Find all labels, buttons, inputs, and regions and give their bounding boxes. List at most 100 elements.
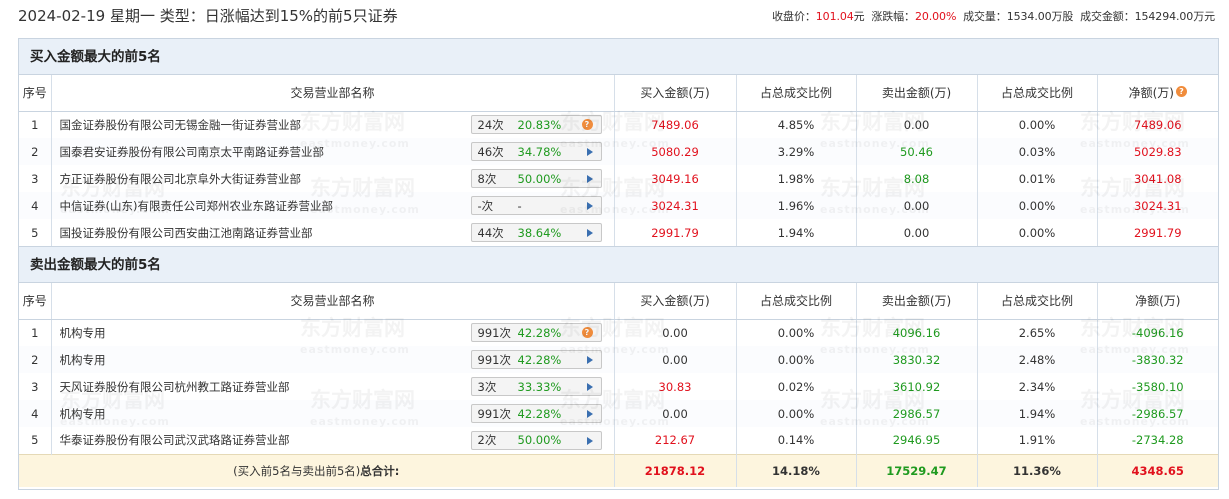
row-broker: 国泰君安证券股份有限公司南京太平南路证券营业部 46次 34.78% [50,138,614,165]
broker-stats-tag[interactable]: 3次 33.33% [470,377,602,396]
turnover-value: 154294.00万元 [1134,10,1215,23]
col-sell-amount: 卖出金额(万) [855,75,977,112]
broker-cell: 机构专用 991次 42.28% [60,404,614,423]
broker-win-rate: 34.78% [517,144,562,159]
broker-name-link[interactable]: 华泰证券股份有限公司武汉武珞路证券营业部 [60,432,290,448]
broker-name-link[interactable]: 国泰君安证券股份有限公司南京太平南路证券营业部 [60,144,325,160]
arrow-right-icon[interactable] [586,436,593,445]
arrow-right-icon[interactable] [586,148,593,156]
broker-name-link[interactable]: 方正证券股份有限公司北京阜外大街证券营业部 [60,171,302,187]
broker-cell: 国泰君安证券股份有限公司南京太平南路证券营业部 46次 34.78% [60,142,614,161]
broker-times: 8次 [477,171,497,186]
question-icon[interactable]: ? [581,327,593,339]
table-row: 2 国泰君安证券股份有限公司南京太平南路证券营业部 46次 34.78% 5080.29… [19,138,1218,165]
broker-cell: 国投证券股份有限公司西安曲江池南路证券营业部 44次 38.64% [60,223,614,242]
row-buy-amount: 3049.16 [613,165,736,192]
table-row: 5 华泰证券股份有限公司武汉武珞路证券营业部 2次 50.00% 212.67 0.14%… [19,427,1218,454]
total-sell-amount: 17529.47 [855,453,977,487]
broker-win-rate: 42.28% [517,406,562,421]
row-sell-amount: 2946.95 [855,427,977,454]
row-seq: 1 [31,325,39,340]
table-row: 3 方正证券股份有限公司北京阜外大街证券营业部 8次 50.00% 3049.16 1.9… [19,165,1218,192]
broker-times: 3次 [477,379,497,394]
row-buy-ratio: 3.29% [735,138,856,165]
row-broker: 天风证券股份有限公司杭州教工路证券营业部 3次 33.33% [50,373,614,400]
broker-stats-tag[interactable]: 46次 34.78% [470,142,602,161]
col-broker-name: 交易营业部名称 [50,283,614,320]
broker-stats-tag[interactable]: 2次 50.00% [470,430,602,450]
broker-times: 44次 [477,225,504,240]
broker-name-link[interactable]: 机构专用 [60,352,106,368]
row-net-amount: -4096.16 [1096,319,1218,346]
question-icon[interactable]: ? [581,119,593,131]
broker-cell: 华泰证券股份有限公司武汉武珞路证券营业部 2次 50.00% [60,430,614,450]
arrow-right-icon[interactable] [586,229,593,237]
broker-name-link[interactable]: 机构专用 [60,406,106,422]
broker-name-link[interactable]: 国金证券股份有限公司无锡金融一街证券营业部 [60,117,302,133]
broker-stats-tag[interactable]: 991次 42.28% [470,404,602,423]
row-broker: 国金证券股份有限公司无锡金融一街证券营业部 24次 20.83%? [50,111,614,138]
arrow-right-icon[interactable] [586,356,593,364]
broker-stats-tag[interactable]: 24次 20.83%? [470,115,602,135]
arrow-right-icon[interactable] [586,383,593,391]
row-buy-ratio: 1.94% [735,219,856,246]
row-sell-amount: 0.00 [855,111,977,138]
total-label-bold: 总合计: [360,463,400,478]
col-sell-ratio: 占总成交比例 [976,75,1097,112]
row-net-amount: -3580.10 [1096,373,1218,400]
broker-stats-tag[interactable]: 991次 42.28% [470,350,602,369]
broker-cell: 天风证券股份有限公司杭州教工路证券营业部 3次 33.33% [60,377,614,396]
row-seq: 1 [31,117,39,132]
broker-cell: 中信证券(山东)有限责任公司郑州农业东路证券营业部 -次 - [60,196,614,215]
row-net-amount: 3041.08 [1096,165,1218,192]
broker-times: -次 [477,198,494,213]
broker-times: 991次 [477,325,511,340]
arrow-right-icon[interactable] [586,175,593,183]
row-buy-amount: 2991.79 [613,219,736,246]
col-net-amount: 净额(万)? [1096,75,1218,112]
broker-stats-tag[interactable]: 8次 50.00% [470,169,602,188]
buy-top5-panel: 买入金额最大的前5名 序号 交易营业部名称 买入金额(万) 占总成交比例 卖出金… [18,38,1219,246]
arrow-right-icon[interactable] [586,202,593,210]
row-broker: 国投证券股份有限公司西安曲江池南路证券营业部 44次 38.64% [50,219,614,246]
net-help-icon[interactable]: ? [1175,86,1187,98]
broker-stats-tag[interactable]: 991次 42.28%? [470,323,602,343]
col-buy-ratio: 占总成交比例 [735,75,856,112]
broker-name-link[interactable]: 天风证券股份有限公司杭州教工路证券营业部 [60,379,290,395]
broker-times: 24次 [477,117,504,132]
total-sell-ratio: 11.36% [976,453,1097,487]
broker-stats-tag[interactable]: 44次 38.64% [470,223,602,242]
table-row: 2 机构专用 991次 42.28% 0.00 0.00% 3830.32 2.48% -383… [19,346,1218,373]
row-net-amount: -2734.28 [1096,427,1218,454]
broker-win-rate: 33.33% [517,379,562,394]
broker-name-link[interactable]: 国投证券股份有限公司西安曲江池南路证券营业部 [60,225,313,241]
col-seq: 序号 [19,283,51,320]
broker-name-link[interactable]: 中信证券(山东)有限责任公司郑州农业东路证券营业部 [60,198,333,214]
broker-stats-tag[interactable]: -次 - [470,196,602,215]
row-sell-ratio: 2.48% [976,346,1097,373]
arrow-right-icon[interactable] [586,410,593,418]
price-stats: 收盘价：101.04元 涨跌幅：20.00% 成交量：1534.00万股 成交金… [772,8,1215,24]
broker-name-link[interactable]: 机构专用 [60,325,106,341]
row-seq: 5 [31,433,39,448]
change-value: 20.00% [914,10,957,23]
row-sell-amount: 2986.57 [855,400,977,427]
col-buy-ratio: 占总成交比例 [735,283,856,320]
broker-win-rate: 38.64% [517,225,562,240]
row-buy-amount: 0.00 [613,319,736,346]
row-sell-ratio: 1.94% [976,400,1097,427]
row-net-amount: 7489.06 [1096,111,1218,138]
row-buy-ratio: 1.96% [735,192,856,219]
table-row: 4 中信证券(山东)有限责任公司郑州农业东路证券营业部 -次 -3024.31 1.96… [19,192,1218,219]
row-buy-amount: 212.67 [613,427,736,454]
row-seq: 3 [31,379,39,394]
row-seq: 2 [19,138,51,165]
row-sell-amount: 8.08 [855,165,977,192]
row-seq: 5 [31,225,39,240]
row-buy-amount: 0.00 [613,346,736,373]
total-label-prefix: (买入前5名与卖出前5名) [233,463,361,478]
broker-win-rate: 50.00% [517,433,562,448]
broker-win-rate: - [517,198,522,213]
row-net-amount: 3024.31 [1096,192,1218,219]
row-seq: 2 [19,346,51,373]
